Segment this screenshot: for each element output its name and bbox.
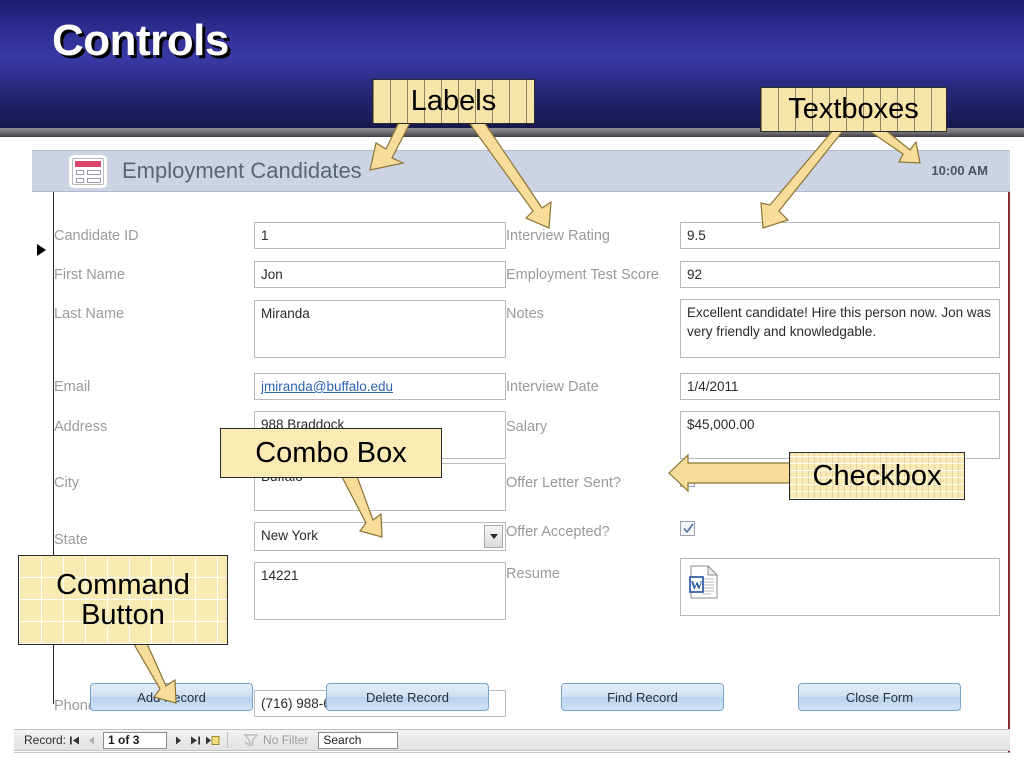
field-last-name[interactable]: Miranda xyxy=(254,300,506,358)
form-header-bar: Employment Candidates 10:00 AM xyxy=(32,150,1010,192)
label-offer-letter-sent: Offer Letter Sent? xyxy=(506,475,621,491)
field-notes[interactable]: Excellent candidate! Hire this person no… xyxy=(680,299,1000,358)
add-record-button[interactable]: Add Record xyxy=(90,683,253,711)
label-last-name: Last Name xyxy=(54,306,125,322)
field-state-value: New York xyxy=(261,528,319,543)
label-candidate-id: Candidate ID xyxy=(54,228,139,244)
callout-command-line-1: Command xyxy=(56,568,190,601)
first-record-icon[interactable] xyxy=(66,731,83,749)
checkbox-offer-letter-sent[interactable] xyxy=(680,472,695,487)
filter-status[interactable]: No Filter xyxy=(244,733,308,747)
callout-combo-box: Combo Box xyxy=(220,428,442,478)
check-icon xyxy=(683,523,694,534)
checkbox-offer-accepted[interactable] xyxy=(680,521,695,536)
delete-record-button[interactable]: Delete Record xyxy=(326,683,489,711)
find-record-button[interactable]: Find Record xyxy=(561,683,724,711)
slide-canvas: Controls Employment Candidates 10:00 AM … xyxy=(0,0,1024,768)
field-first-name[interactable]: Jon xyxy=(254,261,506,288)
filter-label: No Filter xyxy=(263,733,309,747)
form-title: Employment Candidates xyxy=(122,158,362,183)
record-position-input[interactable]: 1 of 3 xyxy=(103,731,168,749)
label-offer-accepted: Offer Accepted? xyxy=(506,524,610,540)
field-interview-rating[interactable]: 9.5 xyxy=(680,222,1000,249)
field-interview-date[interactable]: 1/4/2011 xyxy=(680,373,1000,400)
nav-divider xyxy=(227,732,229,748)
check-icon xyxy=(683,474,694,485)
record-nav-label: Record: xyxy=(24,733,67,747)
svg-text:W: W xyxy=(691,578,703,592)
callout-checkbox: Checkbox xyxy=(789,452,965,500)
label-city: City xyxy=(54,475,79,491)
label-salary: Salary xyxy=(506,419,548,435)
next-record-icon[interactable] xyxy=(170,731,187,749)
label-interview-rating: Interview Rating xyxy=(506,228,610,244)
search-input[interactable]: Search xyxy=(318,731,399,749)
callout-textboxes: Textboxes xyxy=(760,87,947,132)
label-employment-test-score: Employment Test Score xyxy=(506,267,659,283)
label-address: Address xyxy=(54,419,108,435)
field-candidate-id[interactable]: 1 xyxy=(254,222,506,249)
page-title: Controls xyxy=(52,16,229,65)
label-first-name: First Name xyxy=(54,267,125,283)
label-email: Email xyxy=(54,379,91,395)
field-state-combobox[interactable]: New York xyxy=(254,522,506,551)
label-notes: Notes xyxy=(506,306,544,322)
previous-record-icon[interactable] xyxy=(83,731,100,749)
current-record-arrow-icon xyxy=(37,244,46,256)
chevron-down-icon[interactable] xyxy=(484,525,503,548)
close-form-button[interactable]: Close Form xyxy=(798,683,961,711)
callout-command-line-2: Button xyxy=(81,599,165,631)
record-navigation-bar: Record: 1 of 3 No Filter Search xyxy=(14,729,1010,751)
field-zip[interactable]: 14221 xyxy=(254,562,506,620)
field-email[interactable]: jmiranda@buffalo.edu xyxy=(254,373,506,400)
word-document-icon: W xyxy=(689,565,719,599)
form-time-label: 10:00 AM xyxy=(931,163,988,178)
last-record-icon[interactable] xyxy=(187,731,204,749)
callout-command-button: Command Button xyxy=(18,555,228,645)
label-interview-date: Interview Date xyxy=(506,379,599,395)
new-record-icon[interactable] xyxy=(204,731,221,749)
callout-labels: Labels xyxy=(372,79,535,124)
field-employment-test-score[interactable]: 92 xyxy=(680,261,1000,288)
filter-icon xyxy=(244,733,259,747)
form-icon xyxy=(72,157,104,185)
label-state: State xyxy=(54,532,88,548)
label-resume: Resume xyxy=(506,566,560,582)
field-resume-attachment[interactable]: W xyxy=(680,558,1000,616)
